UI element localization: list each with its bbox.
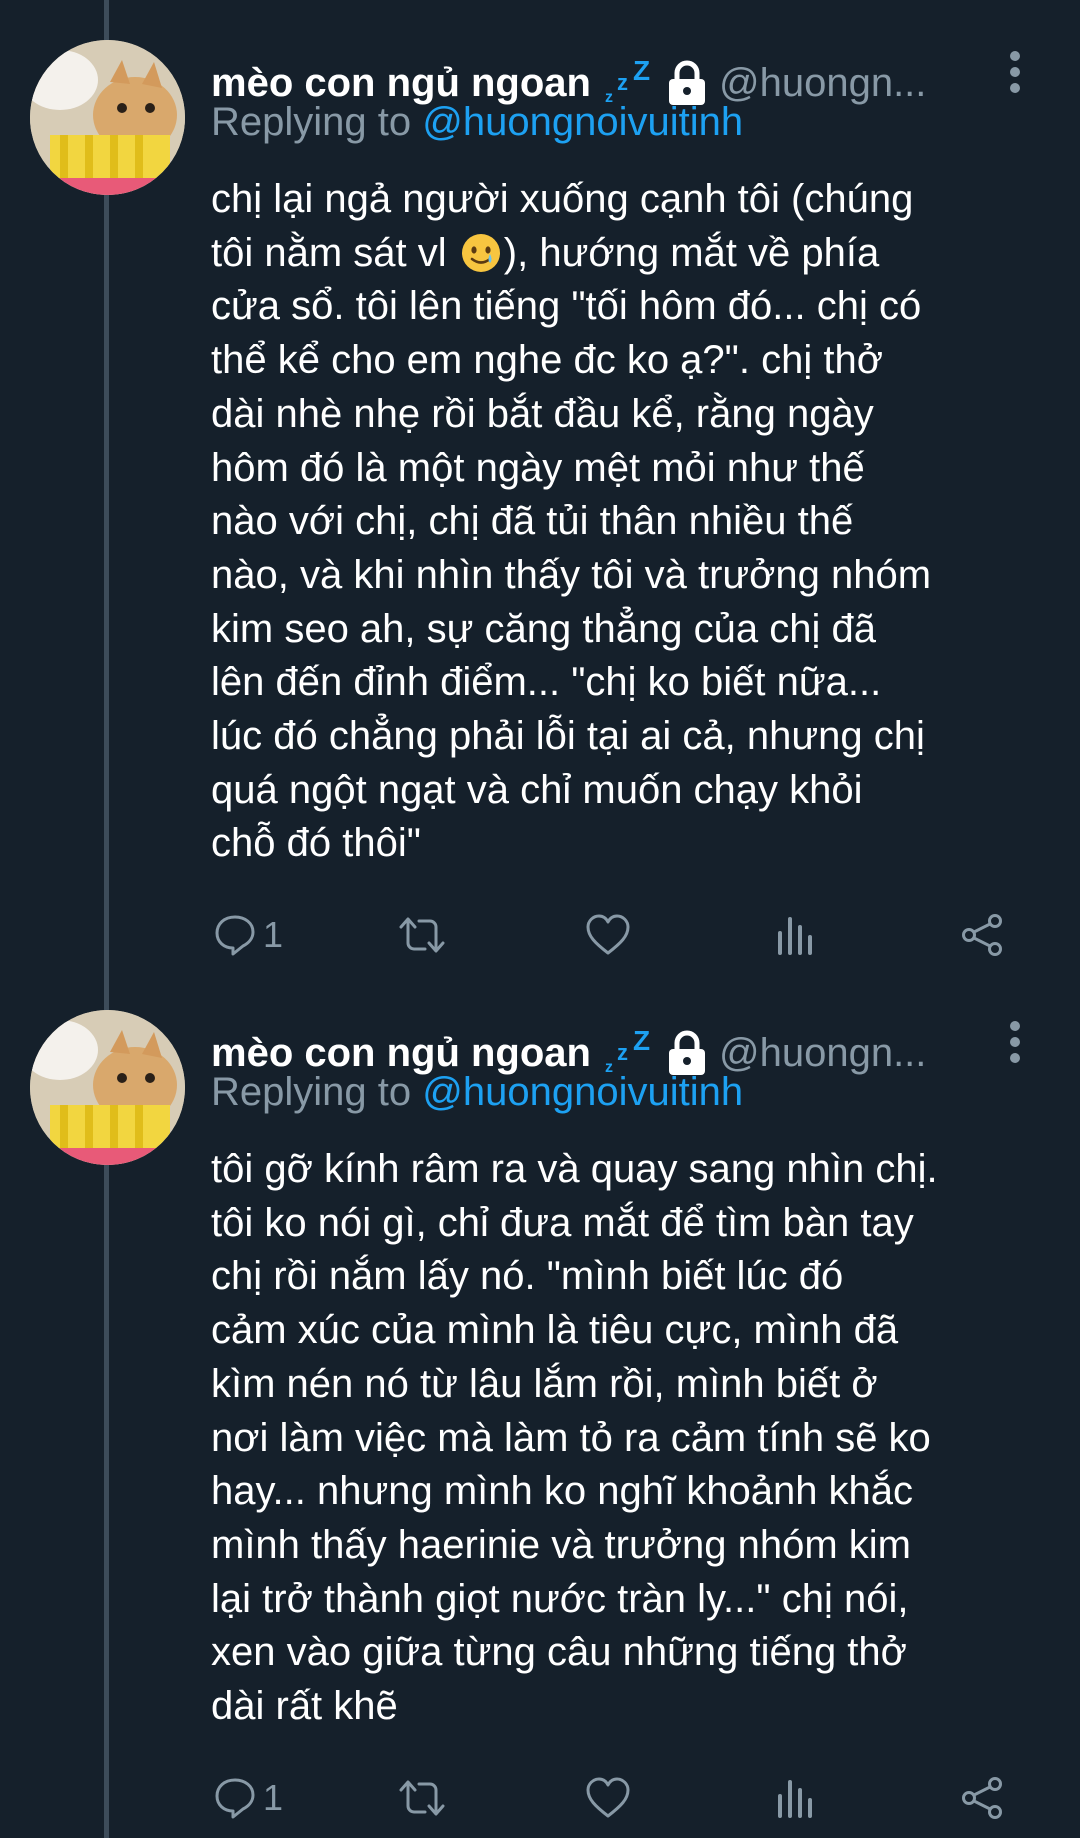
retweet-button[interactable]: [397, 1773, 447, 1823]
replying-prefix: Replying to: [211, 100, 412, 144]
replying-to: Replying to @huongnoivuitinh: [211, 1070, 743, 1115]
retweet-button[interactable]: [397, 910, 447, 960]
analytics-button[interactable]: [776, 910, 816, 960]
reply-icon: [215, 915, 255, 956]
like-icon: [586, 1777, 630, 1818]
svg-text:Z: Z: [633, 1028, 650, 1056]
reply-button[interactable]: 1: [213, 910, 283, 960]
tweet-text: chị lại ngả người xuống cạnh tôi (chúng …: [211, 173, 1051, 871]
reply-icon: [215, 1778, 255, 1819]
like-button[interactable]: [585, 910, 631, 960]
text-line: cửa sổ. tôi lên tiếng "tối hôm đó... chị…: [211, 284, 922, 329]
text-line: kìm nén nó từ lâu lắm rồi, mình biết ở: [211, 1361, 878, 1406]
text-line: nào, và khi nhìn thấy tôi và trưởng nhóm: [211, 552, 932, 597]
mention-link[interactable]: @huongnoivuitinh: [422, 1070, 743, 1114]
text-line: chỗ đó thôi": [211, 821, 421, 866]
text-line: quá ngột ngạt và chỉ muốn chạy khỏi: [211, 767, 863, 812]
text-line: tôi ko nói gì, chỉ đưa mắt để tìm bàn ta…: [211, 1200, 914, 1245]
handle[interactable]: @huongn...: [719, 1031, 926, 1076]
text-line: lên đến đỉnh điểm... "chị ko biết nữa...: [211, 660, 882, 705]
mention-link[interactable]: @huongnoivuitinh: [422, 100, 743, 144]
text-line: mình thấy haerinie và trưởng nhóm kim: [211, 1522, 911, 1567]
text-line: nào với chị, chị đã tủi thân nhiều thế: [211, 499, 854, 544]
reply-count: 1: [263, 914, 284, 955]
text-line: kim seo ah, sự căng thẳng của chị đã: [211, 606, 876, 651]
tweet[interactable]: mèo con ngủ ngoan z z Z @huongn... Reply…: [0, 40, 1080, 970]
text-segment: ), hướng mắt về phía: [503, 230, 880, 275]
share-button[interactable]: [959, 910, 1005, 960]
text-segment: tôi nằm sát vl: [211, 230, 447, 275]
analytics-icon: [778, 1780, 812, 1818]
svg-text:Z: Z: [633, 58, 650, 86]
text-line: tôi nằm sát vl ), hướng mắt về phía: [211, 227, 1051, 281]
text-line: dài rất khẽ: [211, 1684, 398, 1729]
reply-button[interactable]: 1: [213, 1773, 283, 1823]
svg-text:z: z: [617, 70, 628, 95]
more-options-icon[interactable]: [1005, 1020, 1025, 1064]
text-line: xen vào giữa từng câu những tiếng thở: [211, 1630, 907, 1675]
analytics-button[interactable]: [776, 1773, 816, 1823]
text-line: nơi làm việc mà làm tỏ ra cảm tính sẽ ko: [211, 1415, 931, 1460]
tweet[interactable]: mèo con ngủ ngoan z z Z @huongn... Reply…: [0, 1010, 1080, 1838]
share-icon: [962, 914, 1002, 956]
reply-count: 1: [263, 1777, 284, 1818]
display-name[interactable]: mèo con ngủ ngoan: [211, 1031, 591, 1076]
like-icon: [586, 914, 630, 955]
display-name[interactable]: mèo con ngủ ngoan: [211, 61, 591, 106]
text-line: chị lại ngả người xuống cạnh tôi (chúng: [211, 177, 914, 221]
svg-text:z: z: [617, 1040, 628, 1065]
avatar[interactable]: [30, 1010, 185, 1165]
share-icon: [962, 1777, 1002, 1819]
text-line: hay... nhưng mình ko nghĩ khoảnh khắc: [211, 1469, 914, 1514]
thread-line-top: [104, 0, 109, 40]
share-button[interactable]: [959, 1773, 1005, 1823]
retweet-icon: [399, 1780, 445, 1816]
retweet-icon: [399, 917, 445, 953]
text-line: dài nhè nhẹ rồi bắt đầu kể, rằng ngày: [211, 391, 874, 436]
text-line: tôi gỡ kính râm ra và quay sang nhìn chị…: [211, 1147, 938, 1191]
tweet-actions: 1: [211, 910, 1011, 960]
analytics-icon: [778, 917, 812, 955]
replying-to: Replying to @huongnoivuitinh: [211, 100, 743, 145]
like-button[interactable]: [585, 1773, 631, 1823]
smiling-face-with-tear-emoji: [460, 232, 502, 274]
text-line: lúc đó chẳng phải lỗi tại ai cả, nhưng c…: [211, 714, 925, 759]
text-line: hôm đó là một ngày mệt mỏi như thế: [211, 445, 865, 490]
text-line: thể kể cho em nghe đc ko ạ?". chị thở: [211, 338, 883, 383]
handle[interactable]: @huongn...: [719, 61, 926, 106]
more-options-icon[interactable]: [1005, 50, 1025, 94]
tweet-actions: 1: [211, 1773, 1011, 1823]
avatar[interactable]: [30, 40, 185, 195]
text-line: lại trở thành giọt nước tràn ly..." chị …: [211, 1576, 909, 1621]
text-line: cảm xúc của mình là tiêu cực, mình đã: [211, 1308, 899, 1353]
replying-prefix: Replying to: [211, 1070, 412, 1114]
tweet-text: tôi gỡ kính râm ra và quay sang nhìn chị…: [211, 1143, 1051, 1734]
text-line: chị rồi nắm lấy nó. "mình biết lúc đó: [211, 1254, 844, 1299]
